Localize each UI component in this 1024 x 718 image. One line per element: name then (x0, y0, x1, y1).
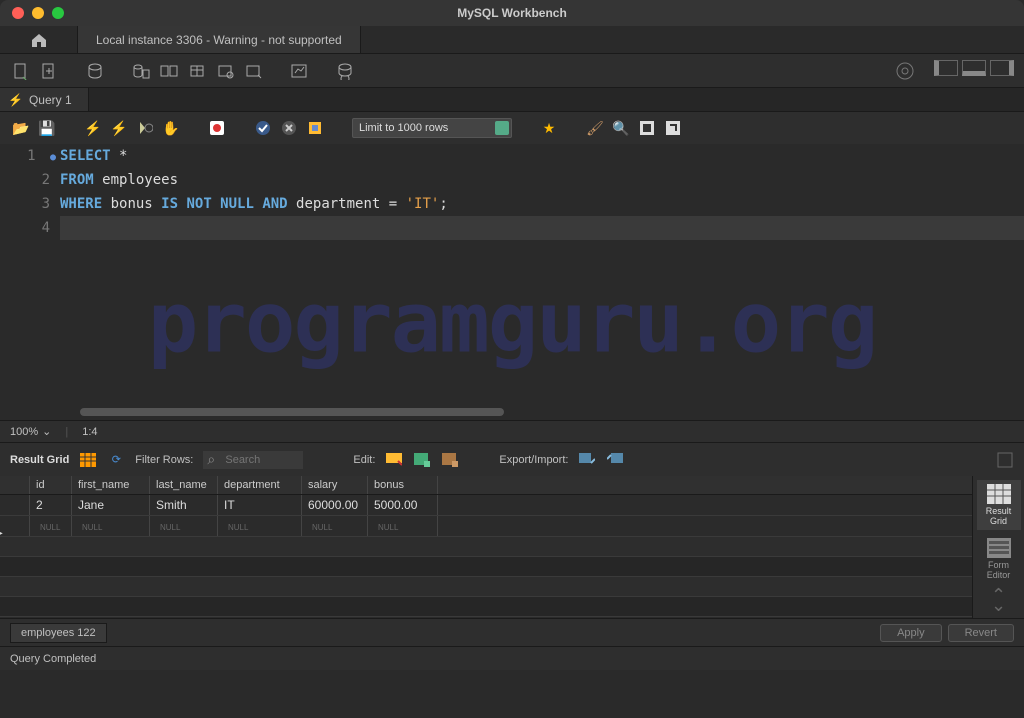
export-import-label: Export/Import: (499, 454, 568, 466)
grid-icon (987, 484, 1011, 504)
sql-editor[interactable]: 1 ●234 SELECT * FROM employees WHERE bon… (0, 144, 1024, 420)
main-toolbar (0, 54, 1024, 88)
query-stats-icon[interactable] (288, 60, 310, 82)
wrap-cell-icon[interactable] (996, 451, 1014, 469)
cursor-position: 1:4 (82, 426, 97, 438)
bottom-tabbar: employees 122 Apply Revert (0, 618, 1024, 646)
open-file-icon[interactable]: 📂 (12, 119, 30, 137)
scroll-chevrons-icon[interactable]: ⌃⌄ (991, 590, 1006, 610)
stop-icon[interactable]: ✋ (162, 119, 180, 137)
connection-tab[interactable]: Local instance 3306 - Warning - not supp… (78, 26, 361, 53)
edit-row-icon[interactable] (385, 451, 403, 469)
result-grid-label: Result Grid (10, 454, 69, 466)
query-tab[interactable]: ⚡ Query 1 (0, 88, 89, 111)
grid-sidebar: Result Grid Form Editor ⌃⌄ (972, 476, 1024, 618)
refresh-icon[interactable]: ⟳ (107, 451, 125, 469)
db-connect-icon[interactable] (84, 60, 106, 82)
export-icon[interactable] (578, 451, 596, 469)
bolt-icon: ⚡ (8, 93, 23, 107)
maximize-window-button[interactable] (52, 7, 64, 19)
editor-scrollbar[interactable] (80, 408, 504, 416)
add-row-icon[interactable] (413, 451, 431, 469)
commit-icon[interactable] (208, 119, 226, 137)
schema-icon-4[interactable] (214, 60, 236, 82)
schema-icon-3[interactable] (186, 60, 208, 82)
grid-header: id first_name last_name department salar… (0, 476, 972, 495)
toggle-2-icon[interactable] (664, 119, 682, 137)
result-toolbar: Result Grid ⟳ Filter Rows: Edit: Export/… (0, 442, 1024, 476)
col-department[interactable]: department (218, 476, 302, 494)
row-limit-select[interactable]: Limit to 1000 rows (352, 118, 512, 138)
statusbar: Query Completed (0, 646, 1024, 670)
titlebar: MySQL Workbench (0, 0, 1024, 26)
table-row-null[interactable]: NULL NULL NULL NULL NULL NULL (0, 516, 972, 537)
line-gutter: 1 ●234 (0, 144, 60, 420)
snippet-icon[interactable] (306, 119, 324, 137)
db-refresh-icon[interactable] (334, 60, 356, 82)
col-last-name[interactable]: last_name (150, 476, 218, 494)
new-sql-file-icon[interactable] (10, 60, 32, 82)
window-title: MySQL Workbench (457, 6, 567, 20)
table-row[interactable]: 2 Jane Smith IT 60000.00 5000.00 (0, 495, 972, 516)
form-icon (987, 538, 1011, 558)
editor-toolbar: 📂 💾 ⚡ ⚡ ✋ Limit to 1000 rows ★ 🖌 🔍 (0, 112, 1024, 144)
find-icon[interactable]: 🔍 (612, 119, 630, 137)
star-icon[interactable]: ★ (540, 119, 558, 137)
home-icon (30, 32, 48, 48)
explain-icon[interactable] (136, 119, 154, 137)
result-grid: ▶ id first_name last_name department sal… (0, 476, 1024, 618)
close-window-button[interactable] (12, 7, 24, 19)
settings-gear-icon[interactable] (894, 60, 916, 82)
schema-icon-2[interactable] (158, 60, 180, 82)
panel-left-toggle[interactable] (934, 60, 958, 76)
col-id[interactable]: id (30, 476, 72, 494)
form-editor-tab[interactable]: Form Editor (977, 534, 1021, 584)
beautify-icon[interactable]: 🖌 (586, 119, 604, 137)
execute-icon[interactable]: ⚡ (84, 119, 102, 137)
delete-row-icon[interactable] (441, 451, 459, 469)
minimize-window-button[interactable] (32, 7, 44, 19)
query-tabs: ⚡ Query 1 (0, 88, 1024, 112)
grid-view-icon[interactable] (79, 451, 97, 469)
connection-tabs: Local instance 3306 - Warning - not supp… (0, 26, 1024, 54)
grid-caret-icon: ▶ (0, 524, 3, 541)
save-file-icon[interactable]: 💾 (38, 119, 56, 137)
panel-right-toggle[interactable] (990, 60, 1014, 76)
cancel-icon[interactable] (280, 119, 298, 137)
result-tab[interactable]: employees 122 (10, 623, 107, 643)
execute-current-icon[interactable]: ⚡ (110, 119, 128, 137)
home-tab[interactable] (0, 26, 78, 53)
schema-icon-1[interactable] (130, 60, 152, 82)
col-bonus[interactable]: bonus (368, 476, 438, 494)
import-icon[interactable] (606, 451, 624, 469)
col-salary[interactable]: salary (302, 476, 368, 494)
zoom-level[interactable]: 100% (10, 426, 38, 438)
check-icon[interactable] (254, 119, 272, 137)
col-first-name[interactable]: first_name (72, 476, 150, 494)
panel-bottom-toggle[interactable] (962, 60, 986, 76)
open-sql-file-icon[interactable] (38, 60, 60, 82)
edit-label: Edit: (353, 454, 375, 466)
query-tab-label: Query 1 (29, 93, 72, 107)
filter-search-input[interactable] (203, 451, 303, 469)
result-grid-tab[interactable]: Result Grid (977, 480, 1021, 530)
editor-statusbar: 100% ⌄ | 1:4 (0, 420, 1024, 442)
revert-button[interactable]: Revert (948, 624, 1014, 642)
status-text: Query Completed (10, 653, 96, 665)
schema-icon-5[interactable] (242, 60, 264, 82)
filter-rows-label: Filter Rows: (135, 454, 193, 466)
apply-button[interactable]: Apply (880, 624, 942, 642)
toggle-1-icon[interactable] (638, 119, 656, 137)
